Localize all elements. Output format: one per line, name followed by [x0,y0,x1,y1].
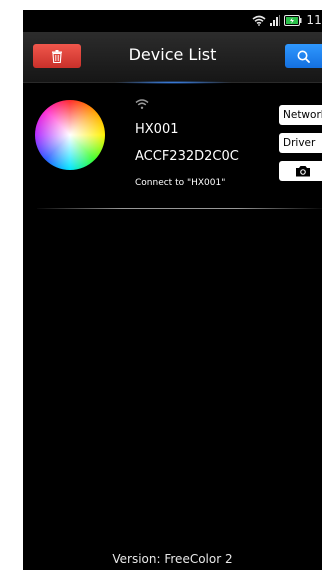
version-label: Version: FreeColor 2 [112,552,233,566]
search-button[interactable] [285,44,322,68]
device-list-item[interactable]: HX001 ACCF232D2C0C Connect to "HX001" Ne… [23,82,322,208]
app-screen: 11 Device List HX001 ACCF232D2C0C Connec… [23,10,322,570]
camera-icon [296,166,310,177]
wifi-icon [252,15,266,26]
search-icon [297,50,310,63]
network-button[interactable]: Network [279,105,322,125]
device-status: Connect to "HX001" [135,178,226,188]
list-divider [37,208,322,209]
driver-button[interactable]: Driver [279,133,322,153]
page-title: Device List [128,45,217,64]
status-time: 11 [306,13,322,27]
app-bar: Device List [23,32,322,84]
device-name: HX001 [135,122,179,137]
battery-charging-icon [284,14,302,26]
color-wheel-icon [35,100,105,170]
device-mac: ACCF232D2C0C [135,149,239,164]
status-icons: 11 [252,13,322,27]
wifi-icon [135,99,149,109]
signal-icon [270,14,281,26]
status-bar: 11 [23,10,322,32]
camera-button[interactable] [279,161,322,181]
